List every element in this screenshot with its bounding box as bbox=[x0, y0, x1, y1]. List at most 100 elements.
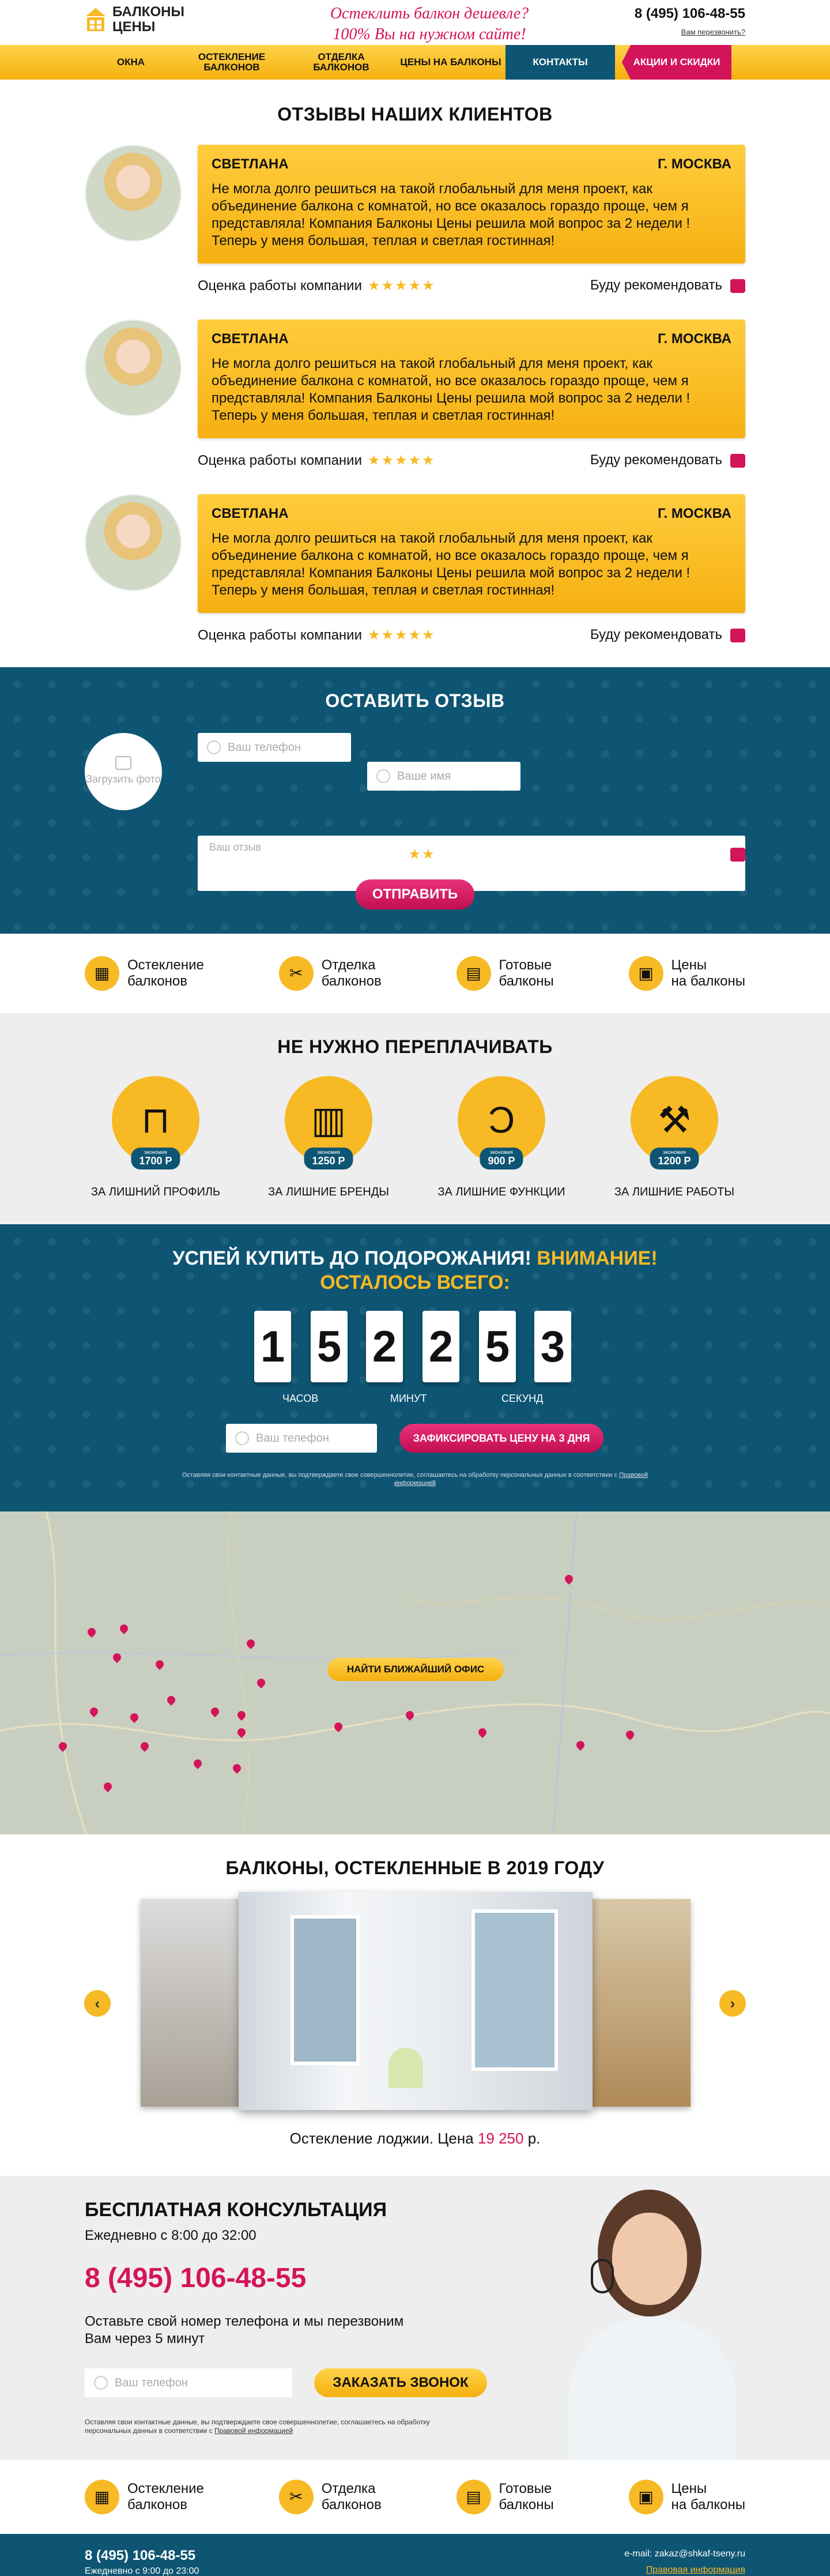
upload-photo-button[interactable]: Загрузить фото bbox=[85, 733, 162, 810]
gallery-prev-arrow[interactable]: ‹ bbox=[84, 1990, 111, 2017]
countdown-digit: 2 bbox=[366, 1311, 403, 1382]
consult-phone[interactable]: 8 (495) 106-48-55 bbox=[85, 2262, 306, 2294]
reviews-list: СВЕТЛАНА Г. МОСКВА Не могла долго решитьс… bbox=[85, 145, 745, 669]
seconds-label: СЕКУНД bbox=[501, 1393, 544, 1404]
countdown-digit: 5 bbox=[311, 1311, 348, 1382]
feature-prices[interactable]: ▣ Цены на балконы bbox=[628, 956, 745, 991]
logo-house-icon bbox=[86, 8, 105, 31]
timer-section: УСПЕЙ КУПИТЬ ДО ПОДОРОЖАНИЯ! ВНИМАНИЕ! О… bbox=[0, 1224, 830, 1511]
rating-label: Оценка работы компании bbox=[198, 453, 362, 468]
countdown-digit: 1 bbox=[254, 1311, 291, 1382]
callback-link[interactable]: Вам перезвонить? bbox=[681, 28, 745, 36]
review-text-input[interactable]: Ваш отзыв bbox=[198, 836, 745, 891]
recommend-label: Буду рекомендовать bbox=[590, 627, 722, 642]
gallery-main-photo[interactable] bbox=[239, 1892, 593, 2110]
rating-stars-input[interactable]: ★★★★★ bbox=[368, 847, 436, 862]
logo-line1: БАЛКОНЫ bbox=[112, 4, 184, 20]
overpay-title: НЕ НУЖНО ПЕРЕПЛАЧИВАТЬ bbox=[277, 1036, 553, 1057]
review-box: СВЕТЛАНА Г. МОСКВА Не могла долго решитьс… bbox=[198, 494, 745, 613]
feature-prices[interactable]: ▣ Цены на балконы bbox=[628, 2480, 745, 2514]
consult-hours: Ежедневно с 8:00 до 32:00 bbox=[85, 2228, 256, 2243]
hours-label: ЧАСОВ bbox=[282, 1393, 319, 1404]
submit-review-button[interactable]: ОТПРАВИТЬ bbox=[356, 879, 474, 909]
gallery-caption: Остекление лоджии. Цена 19 250 р. bbox=[289, 2130, 541, 2147]
review-text: Не могла долго решиться на такой глобаль… bbox=[212, 356, 691, 423]
main-nav: ОКНА ОСТЕКЛЕНИЕ БАЛКОНОВ ОТДЕЛКА БАЛКОНО… bbox=[0, 45, 830, 80]
nav-item-finishing[interactable]: ОТДЕЛКА БАЛКОНОВ bbox=[286, 45, 396, 80]
savings-badge: экономия 1700 Р bbox=[131, 1148, 180, 1169]
review-text: Не могла долго решиться на такой глобаль… bbox=[212, 181, 691, 249]
review-box: СВЕТЛАНА Г. МОСКВА Не могла долго решитьс… bbox=[198, 319, 745, 438]
review-city: Г. МОСКВА bbox=[657, 331, 731, 347]
review-name-input[interactable]: Ваше имя bbox=[367, 762, 520, 791]
gallery-prev-photo[interactable] bbox=[141, 1899, 239, 2107]
profile-icon: ⊓ экономия 1700 Р bbox=[112, 1076, 199, 1169]
phone-icon bbox=[207, 740, 221, 754]
savings-badge: экономия 900 Р bbox=[480, 1148, 523, 1169]
camera-icon bbox=[115, 756, 131, 770]
handle-icon: Ͻэкономия 900 Р bbox=[458, 1076, 545, 1169]
feature-glazing[interactable]: ▦ Остекление балконов bbox=[85, 956, 204, 991]
countdown: 1 5 2 2 5 3 bbox=[254, 1311, 571, 1382]
phone-icon bbox=[94, 2376, 108, 2390]
consult-phone-input[interactable]: Ваш телефон bbox=[85, 2368, 292, 2397]
footer-legal-link[interactable]: Правовая информация bbox=[646, 2565, 745, 2575]
legal-link[interactable]: Правовой информацией bbox=[214, 2427, 293, 2435]
gallery-next-arrow[interactable]: › bbox=[719, 1990, 746, 2017]
thumbs-up-icon[interactable] bbox=[730, 847, 745, 862]
slogan: Остеклить балкон дешевле? 100% Вы на нуж… bbox=[268, 3, 591, 45]
consult-consent: Оставляя свои контактные данные, вы подт… bbox=[85, 2418, 430, 2435]
nav-item-contacts[interactable]: КОНТАКТЫ bbox=[505, 45, 615, 80]
avatar bbox=[85, 494, 182, 591]
order-call-button[interactable]: ЗАКАЗАТЬ ЗВОНОК bbox=[314, 2368, 487, 2397]
headset-icon bbox=[591, 2259, 614, 2293]
review-phone-input[interactable]: Ваш телефон bbox=[198, 733, 351, 762]
timer-title: УСПЕЙ КУПИТЬ ДО ПОДОРОЖАНИЯ! ВНИМАНИЕ! О… bbox=[172, 1247, 658, 1293]
gallery-next-photo[interactable] bbox=[593, 1899, 691, 2107]
nav-item-prices[interactable]: ЦЕНЫ НА БАЛКОНЫ bbox=[396, 45, 505, 80]
gallery-section: БАЛКОНЫ, ОСТЕКЛЕННЫЕ В 2019 ГОДУ ‹ › Ост… bbox=[0, 1834, 830, 2176]
nav-item-glazing[interactable]: ОСТЕКЛЕНИЕ БАЛКОНОВ bbox=[177, 45, 286, 80]
avatar bbox=[85, 319, 182, 416]
thumbs-up-icon bbox=[730, 453, 745, 468]
footer-phone[interactable]: 8 (495) 106-48-55 bbox=[85, 2548, 195, 2564]
nav-item-promo[interactable]: АКЦИИ И СКИДКИ bbox=[622, 45, 731, 80]
nav-item-windows[interactable]: ОКНА bbox=[85, 45, 177, 80]
timer-phone-input[interactable]: Ваш телефон bbox=[226, 1424, 377, 1453]
review-card: СВЕТЛАНА Г. МОСКВА Не могла долго решитьс… bbox=[85, 494, 745, 669]
feature-finishing[interactable]: ✂ Отделка балконов bbox=[278, 2480, 382, 2514]
reviews-title: ОТЗЫВЫ НАШИХ КЛИЕНТОВ bbox=[277, 104, 553, 125]
rating-stars: ★★★★★ bbox=[368, 627, 436, 643]
gallery-price: 19 250 bbox=[477, 2130, 524, 2147]
logo[interactable]: БАЛКОНЫ ЦЕНЫ bbox=[85, 5, 184, 35]
consult-title: БЕСПЛАТНАЯ КОНСУЛЬТАЦИЯ bbox=[85, 2199, 387, 2221]
tools-icon: ✂ bbox=[278, 2480, 314, 2514]
user-icon bbox=[376, 769, 390, 783]
review-card: СВЕТЛАНА Г. МОСКВА Не могла долго решитьс… bbox=[85, 319, 745, 494]
review-city: Г. МОСКВА bbox=[657, 156, 731, 172]
review-city: Г. МОСКВА bbox=[657, 506, 731, 521]
leave-review-title: ОСТАВИТЬ ОТЗЫВ bbox=[325, 690, 505, 711]
features-bar-bottom: ▦ Остекление балконов ✂ Отделка балконов ▤ Го… bbox=[0, 2460, 830, 2534]
timer-consent: Оставляя свои контактные данные, вы подт… bbox=[182, 1472, 648, 1487]
window-icon: ▦ bbox=[85, 956, 119, 991]
footer: 8 (495) 106-48-55 Ежедневно с 9:00 до 23… bbox=[0, 2534, 830, 2576]
header-phone[interactable]: 8 (495) 106-48-55 bbox=[635, 6, 745, 22]
footer-email[interactable]: e-mail: zakaz@shkaf-tseny.ru bbox=[624, 2549, 745, 2559]
overpay-item: ▥ экономия 1250 Р ЗА ЛИШНИЕ БРЕНДЫ bbox=[254, 1076, 403, 1199]
review-text: Не могла долго решиться на такой глобаль… bbox=[212, 531, 691, 598]
find-office-button[interactable]: НАЙТИ БЛИЖАЙШИЙ ОФИС bbox=[327, 1658, 504, 1681]
logo-line2: ЦЕНЫ bbox=[112, 19, 156, 35]
feature-ready[interactable]: ▤ Готовые балконы bbox=[456, 956, 554, 991]
feature-glazing[interactable]: ▦ Остекление балконов bbox=[85, 2480, 204, 2514]
recommend-label: Буду рекомендовать bbox=[590, 277, 722, 293]
brand-icon: ▥ экономия 1250 Р bbox=[285, 1076, 372, 1169]
fix-price-button[interactable]: ЗАФИКСИРОВАТЬ ЦЕНУ НА 3 ДНЯ bbox=[399, 1424, 603, 1453]
phone-icon bbox=[235, 1431, 249, 1445]
feature-ready[interactable]: ▤ Готовые балконы bbox=[456, 2480, 554, 2514]
feature-finishing[interactable]: ✂ Отделка балконов bbox=[278, 956, 382, 991]
review-name: СВЕТЛАНА bbox=[212, 331, 289, 347]
review-box: СВЕТЛАНА Г. МОСКВА Не могла долго решитьс… bbox=[198, 145, 745, 264]
balcony-icon: ▤ bbox=[456, 956, 491, 991]
offices-map[interactable]: НАЙТИ БЛИЖАЙШИЙ ОФИС bbox=[0, 1511, 830, 1834]
